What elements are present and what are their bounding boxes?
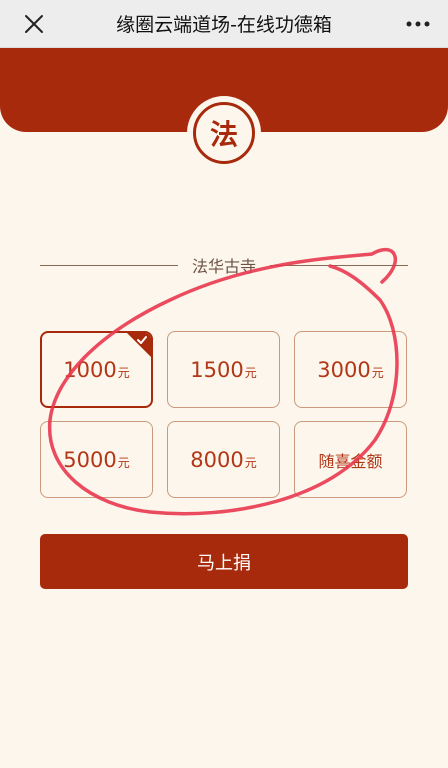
amount-option-3000[interactable]: 3000 元: [294, 331, 407, 408]
amount-value: 5000: [63, 447, 117, 472]
more-dots-icon: [406, 21, 430, 27]
divider-right: [270, 264, 409, 266]
amount-option-1500[interactable]: 1500 元: [167, 331, 280, 408]
amount-value: 3000: [317, 357, 371, 382]
donate-button[interactable]: 马上捐: [40, 534, 408, 589]
amount-unit: 元: [117, 366, 130, 380]
amount-value: 8000: [190, 447, 244, 472]
amount-value: 1500: [190, 357, 244, 382]
amount-option-8000[interactable]: 8000 元: [167, 421, 280, 498]
more-button[interactable]: [402, 8, 434, 40]
amount-option-5000[interactable]: 5000 元: [40, 421, 153, 498]
divider-left: [40, 264, 178, 266]
amount-unit: 元: [117, 456, 130, 470]
amount-unit: 元: [244, 456, 257, 470]
amount-unit: 元: [371, 366, 384, 380]
page-title: 缘圈云端道场-在线功德箱: [116, 14, 332, 36]
temple-emblem: 法: [187, 96, 261, 170]
amount-option-1000[interactable]: 1000 元: [40, 331, 153, 408]
emblem-character: 法: [193, 102, 255, 164]
top-navigation-bar: 缘圈云端道场-在线功德箱: [0, 0, 448, 48]
close-button[interactable]: [18, 8, 50, 40]
amount-value: 1000: [63, 357, 117, 382]
close-icon: [25, 15, 43, 33]
amount-options: 1000 元 1500 元 3000 元 5000 元 8000 元 随喜金额: [40, 331, 408, 499]
checkmark-icon: [137, 336, 147, 344]
temple-name: 法华古寺: [192, 257, 257, 276]
custom-amount-option[interactable]: 随喜金额: [294, 421, 407, 498]
temple-title-row: 法华古寺: [40, 250, 409, 280]
amount-unit: 元: [244, 366, 257, 380]
custom-amount-label: 随喜金额: [318, 451, 383, 471]
